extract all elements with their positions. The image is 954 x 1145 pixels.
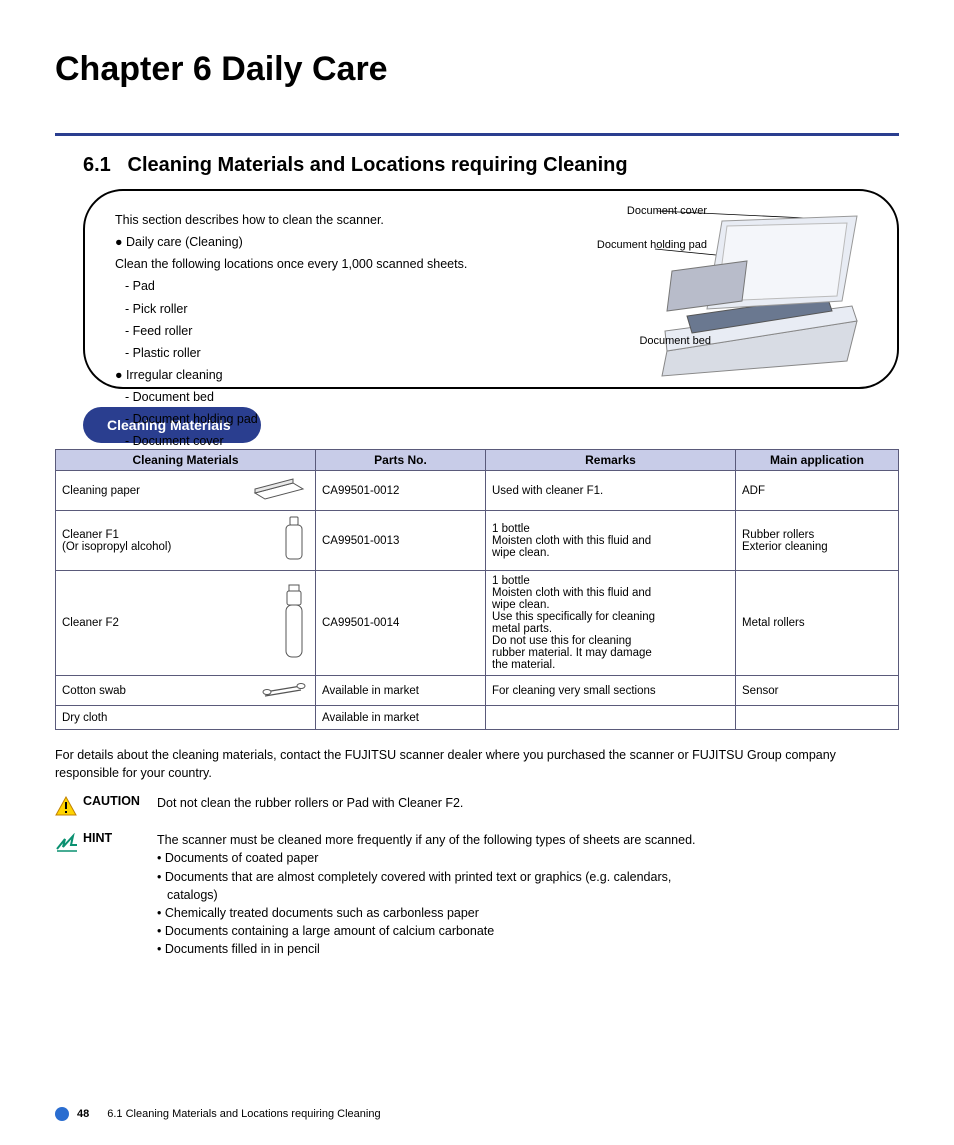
supply-remarks: [486, 706, 736, 730]
panel-b1-item4: Plastic roller: [133, 346, 201, 360]
supply-part: Available in market: [316, 706, 486, 730]
supply-remarks: Used with cleaner F1.: [486, 471, 736, 511]
body-paragraph: For details about the cleaning materials…: [55, 746, 899, 782]
section-heading: 6.1 Cleaning Materials and Locations req…: [83, 154, 899, 177]
intro-panel: This section describes how to clean the …: [83, 189, 899, 389]
callout-document-cover: Document cover: [557, 205, 707, 218]
caution-row: CAUTION Dot not clean the rubber rollers…: [55, 794, 899, 819]
supply-name: Cleaner F2: [62, 617, 279, 629]
page-footer: 48 6.1 Cleaning Materials and Locations …: [55, 1107, 899, 1121]
supply-part: Available in market: [316, 676, 486, 706]
table-row: Cleaner F1 (Or isopropyl alcohol) CA9950…: [56, 511, 899, 571]
supply-application: Rubber rollers Exterior cleaning: [736, 511, 899, 571]
table-row: Cleaner F2 CA99501-0014 1 bottle Moisten…: [56, 571, 899, 676]
chapter-title: Chapter 6 Daily Care: [55, 50, 899, 89]
supply-part: CA99501-0014: [316, 571, 486, 676]
supply-part: CA99501-0013: [316, 511, 486, 571]
hint-item: Documents of coated paper: [165, 851, 319, 865]
panel-bullet1-label: Daily care (Cleaning): [126, 235, 243, 249]
hint-item: Documents that are almost completely cov…: [165, 870, 672, 884]
table-row: Dry cloth Available in market: [56, 706, 899, 730]
hint-intro: The scanner must be cleaned more frequen…: [157, 831, 696, 849]
supply-name: Dry cloth: [56, 706, 316, 730]
cotton-swab-icon: [261, 680, 309, 701]
hint-item: Chemically treated documents such as car…: [165, 906, 479, 920]
supply-application: Sensor: [736, 676, 899, 706]
panel-b1-item2: Pick roller: [133, 302, 188, 316]
scanner-illustration: Document cover Document holding pad Docu…: [547, 201, 867, 381]
supplies-table: Cleaning Materials Parts No. Remarks Mai…: [55, 449, 899, 730]
table-header-row: Cleaning Materials Parts No. Remarks Mai…: [56, 450, 899, 471]
panel-b2-item3: Document cover: [133, 434, 224, 448]
hint-item: Documents containing a large amount of c…: [165, 924, 494, 938]
supply-name: Cleaner F1 (Or isopropyl alcohol): [62, 529, 279, 553]
supply-name: Cleaning paper: [62, 485, 249, 497]
supply-remarks: For cleaning very small sections: [486, 676, 736, 706]
panel-b2-item1: Document bed: [133, 390, 214, 404]
section-number: 6.1: [83, 154, 111, 176]
panel-bullet2-label: Irregular cleaning: [126, 368, 223, 382]
caution-label: CAUTION: [83, 794, 157, 808]
caution-icon: [55, 796, 83, 819]
footer-title: 6.1 Cleaning Materials and Locations req…: [107, 1108, 380, 1120]
table-row: Cleaning paper CA99501-0012 Used with cl…: [56, 471, 899, 511]
page-number: 48: [77, 1108, 89, 1120]
panel-intro: This section describes how to clean the …: [115, 211, 535, 229]
th-materials: Cleaning Materials: [56, 450, 316, 471]
table-row: Cotton swab Available in market For clea: [56, 676, 899, 706]
supply-remarks: 1 bottle Moisten cloth with this fluid a…: [486, 571, 736, 676]
cleaner-f2-icon: [279, 583, 309, 664]
hint-item: Documents filled in in pencil: [165, 942, 320, 956]
supply-name: Cotton swab: [62, 685, 261, 697]
divider: [55, 133, 899, 136]
section-title-text: Cleaning Materials and Locations requiri…: [128, 154, 628, 176]
th-remarks: Remarks: [486, 450, 736, 471]
hint-item-tail: catalogs): [167, 886, 696, 904]
hint-icon: [55, 833, 83, 856]
scanner-icon: [547, 201, 867, 381]
hint-label: HINT: [83, 831, 157, 845]
th-application: Main application: [736, 450, 899, 471]
panel-b1-item3: Feed roller: [133, 324, 193, 338]
supply-application: [736, 706, 899, 730]
panel-b2-item2: Document holding pad: [133, 412, 258, 426]
th-parts: Parts No.: [316, 450, 486, 471]
caution-text: Dot not clean the rubber rollers or Pad …: [157, 794, 463, 812]
supply-remarks: 1 bottle Moisten cloth with this fluid a…: [486, 511, 736, 571]
page-dot-icon: [55, 1107, 69, 1121]
panel-b1-item1: Pad: [133, 279, 155, 293]
cleaning-paper-icon: [249, 475, 309, 506]
hint-row: HINT The scanner must be cleaned more fr…: [55, 831, 899, 958]
callout-document-holding-pad: Document holding pad: [527, 239, 707, 252]
supply-application: ADF: [736, 471, 899, 511]
callout-document-bed: Document bed: [571, 335, 711, 348]
supply-application: Metal rollers: [736, 571, 899, 676]
supply-part: CA99501-0012: [316, 471, 486, 511]
panel-bullet1-text: Clean the following locations once every…: [115, 255, 535, 273]
cleaner-f1-icon: [279, 515, 309, 566]
